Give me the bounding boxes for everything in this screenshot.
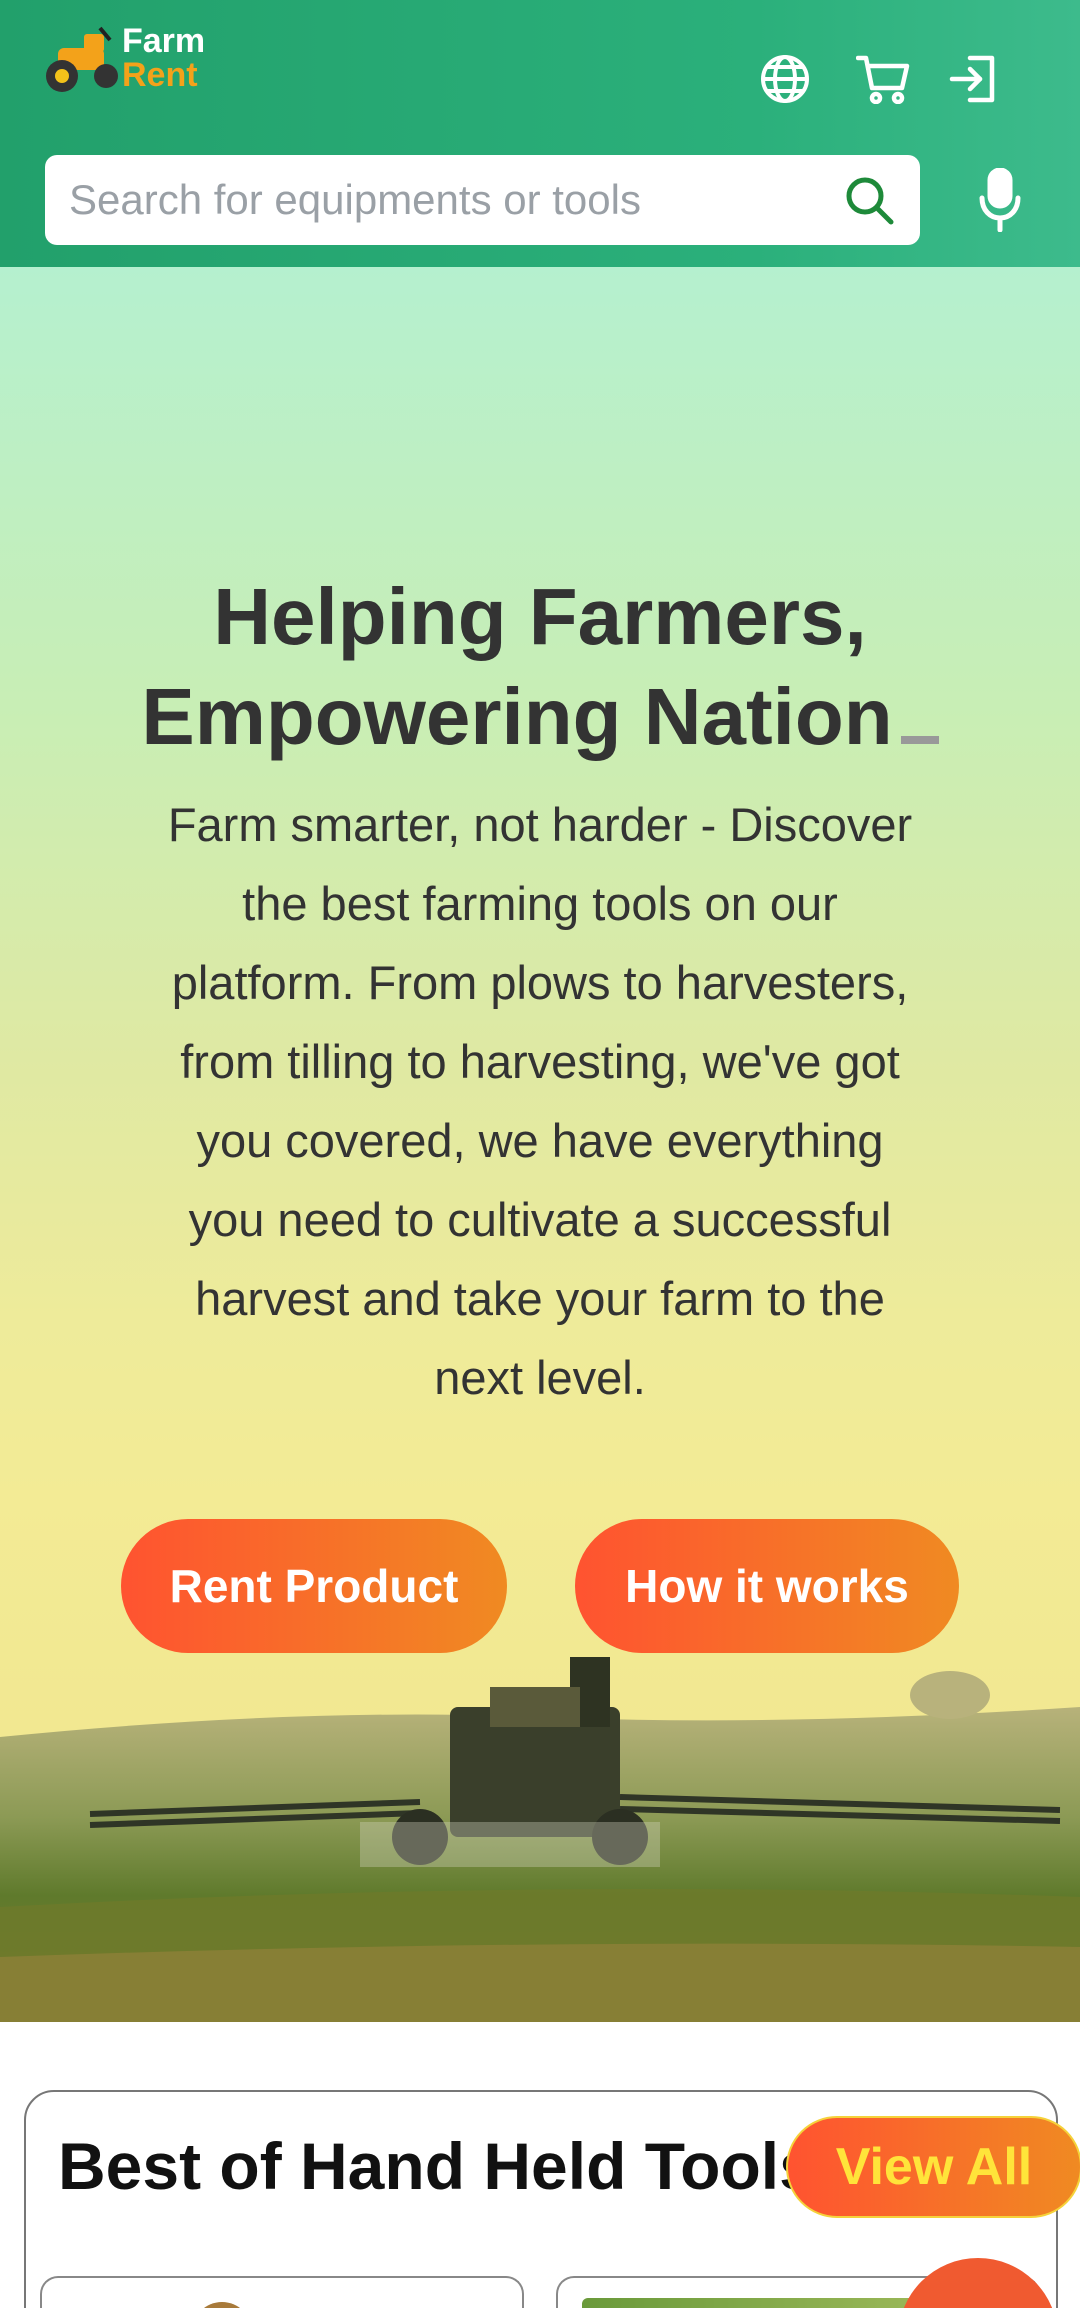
hero-title-line2: Empowering Nation xyxy=(141,672,893,761)
tractor-icon xyxy=(46,26,118,92)
logo-line2: Rent xyxy=(122,56,198,94)
microphone-icon[interactable] xyxy=(968,164,1032,236)
field-sprayer-image xyxy=(0,1657,1080,2022)
app-header: Farm Rent xyxy=(0,0,1080,267)
product-image xyxy=(192,2302,252,2308)
product-card[interactable] xyxy=(40,2276,524,2308)
rent-product-button[interactable]: Rent Product xyxy=(121,1519,507,1653)
typing-cursor xyxy=(900,736,939,744)
section-title: Best of Hand Held Tools xyxy=(58,2129,816,2203)
logo-line1: Farm xyxy=(122,22,206,60)
globe-icon[interactable] xyxy=(754,48,816,110)
cart-icon[interactable] xyxy=(852,48,914,110)
hero-title: Helping Farmers, Empowering Nation xyxy=(60,567,1020,767)
hero-title-line1: Helping Farmers, xyxy=(213,572,867,661)
logo-text: Farm Rent xyxy=(122,24,205,92)
login-icon[interactable] xyxy=(942,48,1004,110)
how-it-works-button[interactable]: How it works xyxy=(575,1519,959,1653)
search-input[interactable] xyxy=(45,155,834,245)
farmrent-logo[interactable]: Farm Rent xyxy=(44,22,224,102)
view-all-button[interactable]: View All xyxy=(786,2116,1080,2218)
hero-description: Farm smarter, not harder - Discover the … xyxy=(167,798,913,1404)
search-icon[interactable] xyxy=(834,165,904,235)
hero-banner: Helping Farmers, Empowering Nation Farm … xyxy=(0,267,1080,2022)
search-bar xyxy=(45,155,920,245)
